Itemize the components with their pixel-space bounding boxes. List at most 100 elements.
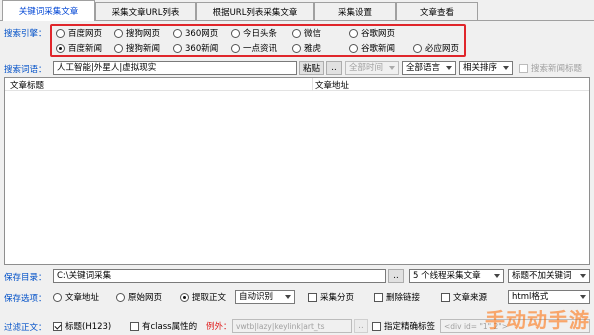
radio-original-page[interactable]: 原始网页 [116, 290, 162, 304]
checkbox-box [372, 321, 381, 331]
threads-select-value: 5 个线程采集文章 [413, 271, 481, 281]
chevron-down-icon [580, 295, 586, 299]
tab-url-list[interactable]: 采集文章URL列表 [95, 2, 196, 21]
chevron-down-icon [446, 66, 452, 70]
checkbox-label: 有class属性的 [142, 322, 198, 332]
chevron-down-icon [389, 66, 395, 70]
radio-label: 百度新闻 [68, 44, 103, 54]
radio-extract-body[interactable]: 提取正文 [180, 290, 226, 304]
exception-more-button[interactable]: .. [354, 319, 368, 333]
sort-select[interactable]: 相关排序 [459, 61, 513, 75]
tab-settings[interactable]: 采集设置 [314, 2, 396, 21]
checkbox-title-tag[interactable]: 标题(H123) [53, 319, 111, 333]
radio-label: 文章地址 [65, 293, 100, 303]
keywords-input[interactable]: 人工智能|外星人|虚拟现实 [53, 61, 297, 75]
radio-dot [173, 28, 182, 38]
exception-label: 例外： [206, 322, 232, 332]
time-select[interactable]: 全部时间 [345, 61, 399, 75]
table-header: 文章标题 文章地址 [5, 78, 589, 91]
radio-baidu-news[interactable]: 百度新闻 [56, 41, 102, 55]
radio-dot [231, 28, 240, 38]
checkbox-label: 采集分页 [320, 293, 355, 303]
tab-article-view[interactable]: 文章查看 [396, 2, 478, 21]
radio-yidian[interactable]: 一点资讯 [231, 41, 277, 55]
watermark-logo: 手动动手游 [485, 308, 590, 332]
radio-label: 必应网页 [425, 44, 460, 54]
radio-dot [292, 28, 301, 38]
save-options-label: 保存选项： [4, 294, 47, 304]
checkbox-remove-links[interactable]: 删除链接 [374, 290, 420, 304]
radio-label: 360新闻 [185, 44, 219, 54]
checkbox-class-attr[interactable]: 有class属性的 [130, 319, 197, 333]
radio-dot [180, 292, 189, 302]
checkbox-box [53, 321, 62, 331]
column-header-url[interactable]: 文章地址 [315, 79, 349, 91]
tab-keyword-collect[interactable]: 关键词采集文章 [2, 0, 95, 21]
radio-bing-web[interactable]: 必应网页 [413, 41, 459, 55]
radio-dot [114, 43, 123, 53]
save-dir-label: 保存目录： [4, 273, 47, 283]
radio-dot [231, 43, 240, 53]
radio-dot [349, 28, 358, 38]
checkbox-collect-pages[interactable]: 采集分页 [308, 290, 354, 304]
checkbox-box [441, 292, 450, 302]
radio-label: 提取正文 [192, 293, 227, 303]
radio-dot [53, 292, 62, 302]
radio-sogou-news[interactable]: 搜狗新闻 [114, 41, 160, 55]
radio-toutiao[interactable]: 今日头条 [231, 26, 277, 40]
checkbox-box [130, 321, 139, 331]
chevron-down-icon [503, 66, 509, 70]
title-mode-select[interactable]: 标题不加关键词 [508, 269, 590, 283]
checkbox-box [374, 292, 383, 302]
filter-label: 过滤正文： [4, 323, 47, 333]
chevron-down-icon [285, 295, 291, 299]
save-dir-browse-button[interactable]: .. [388, 269, 404, 283]
radio-google-news[interactable]: 谷歌新闻 [349, 41, 395, 55]
radio-label: 360网页 [185, 29, 219, 39]
radio-label: 一点资讯 [243, 44, 278, 54]
search-news-title-checkbox[interactable]: 搜索新闻标题 [519, 61, 582, 75]
radio-dot [56, 43, 65, 53]
language-select-value: 全部语言 [406, 63, 441, 73]
radio-dot [173, 43, 182, 53]
sort-select-value: 相关排序 [463, 63, 498, 73]
checkbox-box [519, 63, 528, 73]
radio-dot [56, 28, 65, 38]
threads-select[interactable]: 5 个线程采集文章 [409, 269, 504, 283]
radio-360-web[interactable]: 360网页 [173, 26, 218, 40]
radio-google-web[interactable]: 谷歌网页 [349, 26, 395, 40]
title-mode-select-value: 标题不加关键词 [512, 271, 572, 281]
radio-yahoo[interactable]: 雅虎 [292, 41, 321, 55]
checkbox-article-source[interactable]: 文章来源 [441, 290, 487, 304]
radio-label: 雅虎 [304, 44, 322, 54]
radio-label: 今日头条 [243, 29, 278, 39]
exception-input[interactable]: vwtb|lazy|keylink|art_ts [232, 319, 352, 333]
checkbox-label: 搜索新闻标题 [531, 64, 583, 74]
language-select[interactable]: 全部语言 [402, 61, 456, 75]
column-separator[interactable] [312, 78, 313, 91]
keywords-label: 搜索词语： [4, 65, 47, 75]
recognize-select-value: 自动识别 [239, 292, 274, 302]
checkbox-precise-tag[interactable]: 指定精确标签 [372, 319, 435, 333]
keywords-more-button[interactable]: .. [326, 61, 342, 75]
save-dir-input[interactable]: C:\关键词采集 [53, 269, 386, 283]
radio-label: 搜狗网页 [126, 29, 161, 39]
paste-button[interactable]: 粘贴 [299, 61, 324, 75]
search-engine-label: 搜索引擎： [4, 29, 47, 39]
results-table[interactable]: 文章标题 文章地址 [4, 77, 590, 265]
radio-360-news[interactable]: 360新闻 [173, 41, 218, 55]
format-select-value: html格式 [512, 292, 549, 302]
radio-baidu-web[interactable]: 百度网页 [56, 26, 102, 40]
checkbox-box [308, 292, 317, 302]
radio-sogou-web[interactable]: 搜狗网页 [114, 26, 160, 40]
column-header-title[interactable]: 文章标题 [10, 79, 44, 91]
radio-weixin[interactable]: 微信 [292, 26, 321, 40]
radio-dot [349, 43, 358, 53]
format-select[interactable]: html格式 [508, 290, 590, 304]
radio-label: 微信 [304, 29, 322, 39]
checkbox-label: 标题(H123) [65, 322, 112, 332]
radio-article-url[interactable]: 文章地址 [53, 290, 99, 304]
recognize-select[interactable]: 自动识别 [235, 290, 295, 304]
tab-collect-by-url[interactable]: 根据URL列表采集文章 [196, 2, 314, 21]
checkbox-label: 文章来源 [453, 293, 488, 303]
